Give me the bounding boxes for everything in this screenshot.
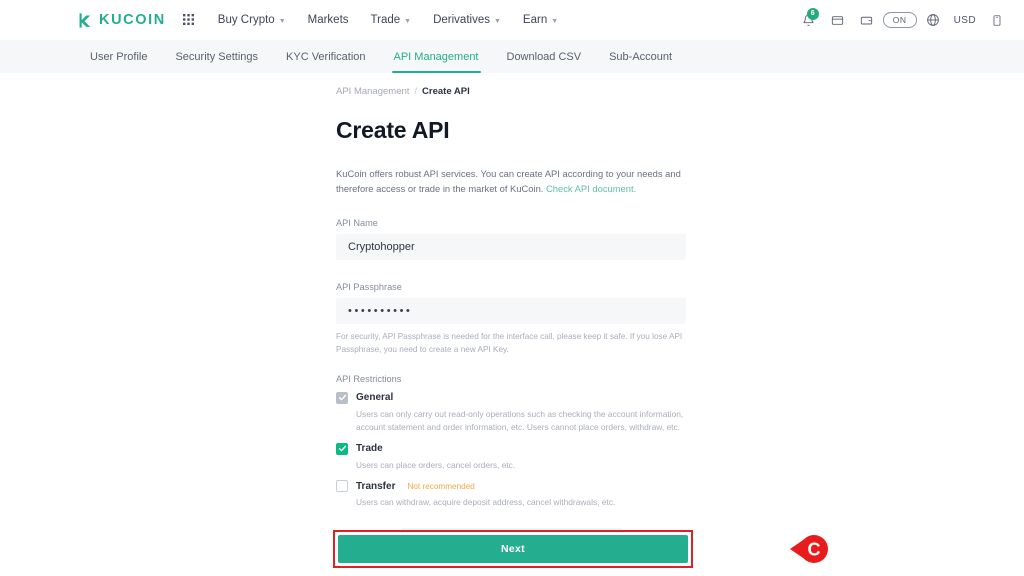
restriction-trade-description: Users can place orders, cancel orders, e… <box>356 459 516 470</box>
api-name-input[interactable]: Cryptohopper <box>336 234 686 261</box>
top-nav-menu: Buy Crypto ▼ Markets Trade ▼ Derivatives… <box>207 14 569 26</box>
checkbox-trade-checked-icon[interactable] <box>336 442 348 455</box>
breadcrumb-current: Create API <box>422 86 470 97</box>
create-api-content: API Management / Create API Create API K… <box>0 73 1024 576</box>
kucoin-logo-text: KUCOIN <box>99 12 166 28</box>
mode-toggle-on[interactable]: ON <box>882 12 917 28</box>
chevron-down-icon: ▼ <box>493 17 501 25</box>
restriction-transfer-label: Transfer <box>356 480 396 492</box>
breadcrumb-separator: / <box>414 86 418 97</box>
checkbox-transfer-unchecked-icon[interactable] <box>336 480 348 493</box>
restriction-trade-row[interactable]: Trade <box>336 442 1024 455</box>
next-button-highlight-box: Next <box>333 530 693 568</box>
restriction-transfer-description: Users can withdraw, acquire deposit addr… <box>356 497 616 508</box>
tab-label: User Profile <box>90 50 148 63</box>
globe-language-icon[interactable] <box>920 9 946 31</box>
notification-bell-button[interactable]: 6 <box>796 8 822 31</box>
nav-item-label: Buy Crypto <box>217 14 275 26</box>
svg-text:C: C <box>808 540 821 560</box>
kucoin-create-api-page: KUCOIN Buy Crypto ▼ Markets Trade ▼ Deri… <box>0 0 1024 576</box>
breadcrumb-parent[interactable]: API Management <box>336 86 409 97</box>
bottom-spacer <box>0 570 1024 576</box>
check-api-document-link[interactable]: Check API document. <box>546 183 636 194</box>
tab-download-csv[interactable]: Download CSV <box>493 40 596 73</box>
nav-item-label: Derivatives <box>433 14 490 26</box>
grid-apps-icon[interactable] <box>182 14 195 26</box>
chevron-down-icon: ▼ <box>404 17 412 25</box>
restriction-transfer-row[interactable]: Transfer Not recommended <box>336 480 1024 493</box>
tab-api-management[interactable]: API Management <box>380 40 493 73</box>
kucoin-logo[interactable]: KUCOIN <box>76 12 166 29</box>
page-title: Create API <box>336 117 450 143</box>
top-nav-utilities: 6 ON USD <box>796 8 1010 31</box>
account-settings-tabs: User Profile Security Settings KYC Verif… <box>0 40 1024 73</box>
api-passphrase-value: •••••••••• <box>348 305 413 318</box>
chevron-down-icon: ▼ <box>551 17 559 25</box>
tab-security-settings[interactable]: Security Settings <box>161 40 272 73</box>
orders-card-icon[interactable] <box>825 9 851 31</box>
tab-kyc-verification[interactable]: KYC Verification <box>272 40 379 73</box>
restriction-trade-label: Trade <box>356 443 383 455</box>
mobile-app-icon[interactable] <box>984 9 1010 31</box>
restriction-general-description: Users can only carry out read-only opera… <box>356 408 684 433</box>
tab-label: Sub-Account <box>609 50 673 63</box>
nav-item-buy-crypto[interactable]: Buy Crypto ▼ <box>207 14 297 26</box>
kucoin-logo-icon <box>76 12 93 29</box>
nav-item-markets[interactable]: Markets <box>297 14 360 26</box>
tab-user-profile[interactable]: User Profile <box>76 40 161 73</box>
next-button[interactable]: Next <box>338 535 688 563</box>
breadcrumb: API Management / Create API <box>336 86 1024 97</box>
currency-selector[interactable]: USD <box>949 15 981 26</box>
tab-label: Download CSV <box>506 50 582 63</box>
api-name-value: Cryptohopper <box>348 241 415 254</box>
page-intro: KuCoin offers robust API services. You c… <box>336 167 688 196</box>
restriction-general-row[interactable]: General <box>336 391 1024 404</box>
restriction-general-label: General <box>356 392 394 404</box>
tab-label: API Management <box>393 50 479 63</box>
nav-item-earn[interactable]: Earn ▼ <box>512 14 569 26</box>
chevron-down-icon: ▼ <box>278 17 286 25</box>
restriction-transfer-warning-tag: Not recommended <box>407 481 475 491</box>
checkbox-general-checked-icon[interactable] <box>336 391 348 404</box>
annotation-marker-c: C <box>788 531 832 567</box>
api-passphrase-hint: For security, API Passphrase is needed f… <box>336 332 683 354</box>
nav-item-trade[interactable]: Trade ▼ <box>360 14 423 26</box>
tab-label: KYC Verification <box>286 50 366 63</box>
wallet-icon[interactable] <box>854 9 880 31</box>
api-name-label: API Name <box>336 218 378 229</box>
api-passphrase-label: API Passphrase <box>336 282 402 293</box>
tab-label: Security Settings <box>175 50 259 63</box>
top-navigation-bar: KUCOIN Buy Crypto ▼ Markets Trade ▼ Deri… <box>0 0 1024 40</box>
tab-sub-account[interactable]: Sub-Account <box>595 40 686 73</box>
nav-item-label: Trade <box>370 14 401 26</box>
nav-item-derivatives[interactable]: Derivatives ▼ <box>422 14 512 26</box>
api-restrictions-label: API Restrictions <box>336 373 402 384</box>
nav-item-label: Earn <box>522 14 548 26</box>
api-passphrase-input[interactable]: •••••••••• <box>336 298 686 325</box>
notification-badge: 6 <box>806 8 819 20</box>
nav-item-label: Markets <box>307 14 349 26</box>
